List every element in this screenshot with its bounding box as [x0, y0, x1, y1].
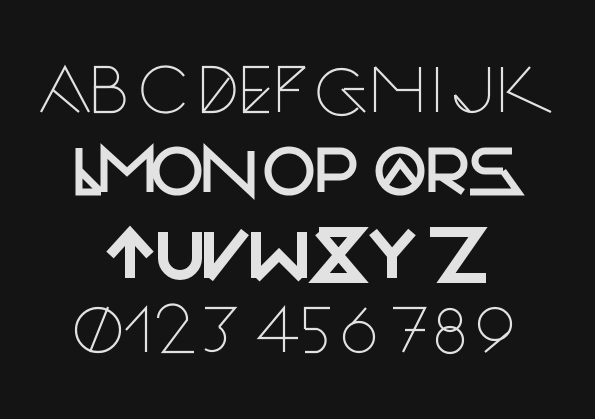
glyphs-digits	[74, 303, 513, 355]
glyph-eight	[435, 307, 465, 355]
glyph-seven	[393, 306, 427, 353]
glyph-one	[125, 305, 148, 352]
glyph-row-digits: 0123456789	[0, 0, 595, 419]
glyph-two	[156, 303, 194, 354]
glyph-five	[303, 306, 330, 354]
glyph-four	[256, 304, 298, 352]
glyph-three	[204, 306, 238, 353]
font-specimen: ABCDEFGHIJK	[0, 0, 595, 419]
glyph-six	[342, 307, 376, 354]
glyph-zero	[74, 306, 122, 354]
glyph-nine	[477, 306, 513, 353]
